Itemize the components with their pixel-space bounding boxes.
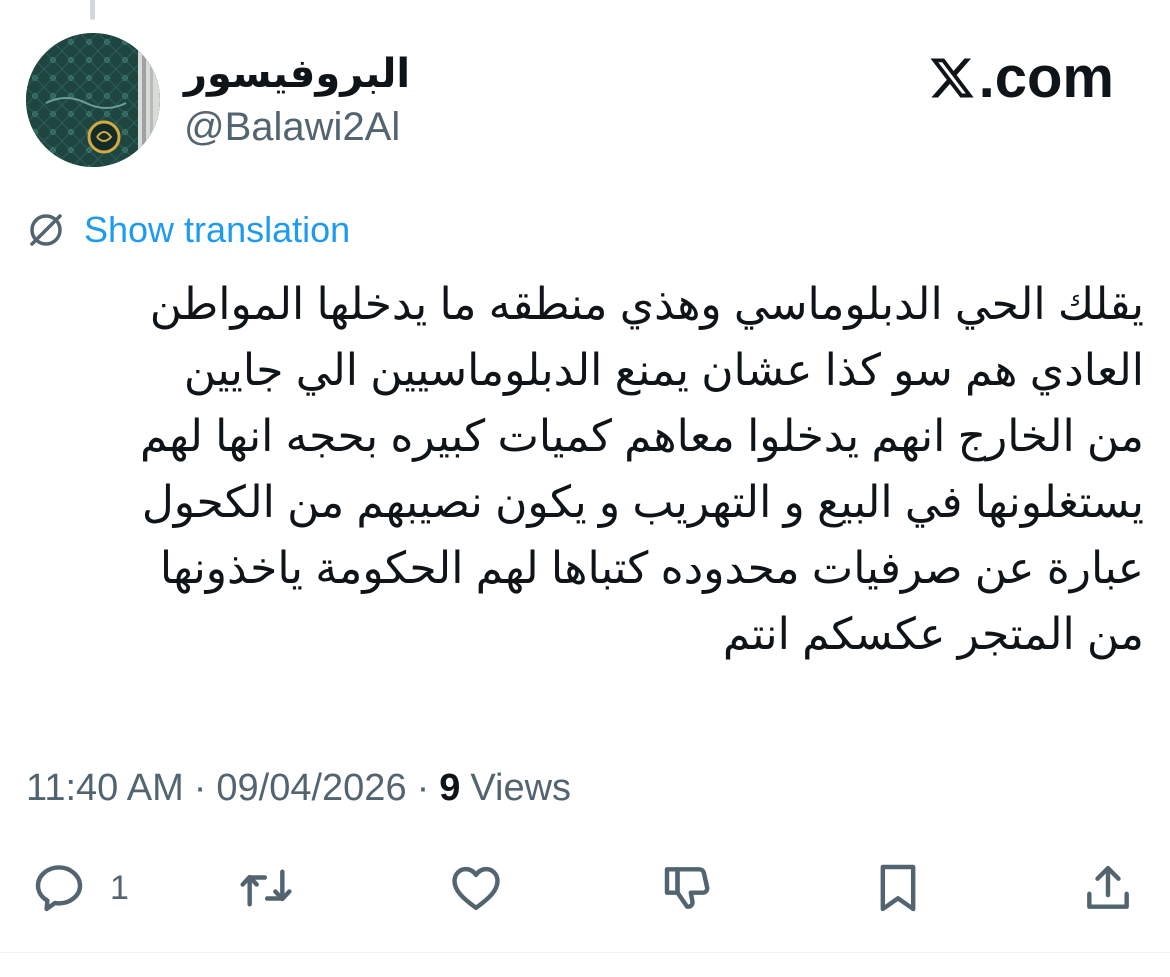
- author-handle[interactable]: @Balawi2Al: [184, 103, 400, 151]
- tweet-text-line: العادي هم سو كذا عشان يمنع الدبلوماسيين …: [183, 346, 1144, 395]
- divider: [0, 952, 1170, 953]
- tweet-text-line: من الخارج انهم يدخلوا معاهم كميات كبيره …: [139, 412, 1144, 461]
- avatar[interactable]: [26, 33, 160, 167]
- thumbs-down-icon: [664, 867, 710, 909]
- author-display-name[interactable]: البروفيسور: [184, 50, 410, 98]
- repost-icon: [240, 869, 292, 907]
- brand-domain-text: .com: [978, 45, 1114, 110]
- views-count: 9: [439, 766, 461, 809]
- share-button[interactable]: [1078, 860, 1138, 916]
- meta-separator: ·: [193, 766, 207, 809]
- reply-button[interactable]: 1: [30, 860, 129, 916]
- tweet-text-line: من المتجر عكسكم انتم: [722, 610, 1144, 659]
- tweet-text-line: يستغلونها في البيع و التهريب و يكون نصيب…: [141, 478, 1144, 527]
- like-button[interactable]: [446, 860, 506, 916]
- share-icon: [1087, 865, 1129, 909]
- tweet-text-line: يقلك الحي الدبلوماسي وهذي منطقه ما يدخله…: [149, 280, 1144, 329]
- reply-count: 1: [110, 868, 129, 907]
- repost-button[interactable]: [236, 860, 296, 916]
- views-label: Views: [470, 766, 572, 809]
- bookmark-button[interactable]: [868, 860, 928, 916]
- tweet-time[interactable]: 11:40 AM: [26, 767, 184, 810]
- tweet-date[interactable]: 09/04/2026: [216, 767, 406, 810]
- heart-icon: [452, 866, 500, 911]
- tweet-text: يقلك الحي الدبلوماسي وهذي منطقه ما يدخله…: [26, 272, 1144, 668]
- avatar-image: [26, 33, 160, 167]
- meta-separator: ·: [416, 766, 430, 809]
- bookmark-icon: [880, 864, 916, 912]
- action-bar: 1: [0, 852, 1170, 922]
- show-translation-link[interactable]: Show translation: [84, 206, 350, 254]
- tweet-text-line: عبارة عن صرفيات محدوده كتباها لهم الحكوم…: [159, 544, 1144, 593]
- brand-watermark: .com: [927, 46, 1114, 110]
- dislike-button[interactable]: [658, 860, 718, 916]
- x-logo-icon: [930, 58, 974, 98]
- thread-connector-line: [90, 0, 95, 20]
- tweet-meta: 11:40 AM · 09/04/2026 · 9 Views: [26, 762, 571, 814]
- translate-row: Show translation: [26, 206, 350, 254]
- globe-icon: [30, 214, 62, 246]
- reply-icon: [35, 865, 83, 912]
